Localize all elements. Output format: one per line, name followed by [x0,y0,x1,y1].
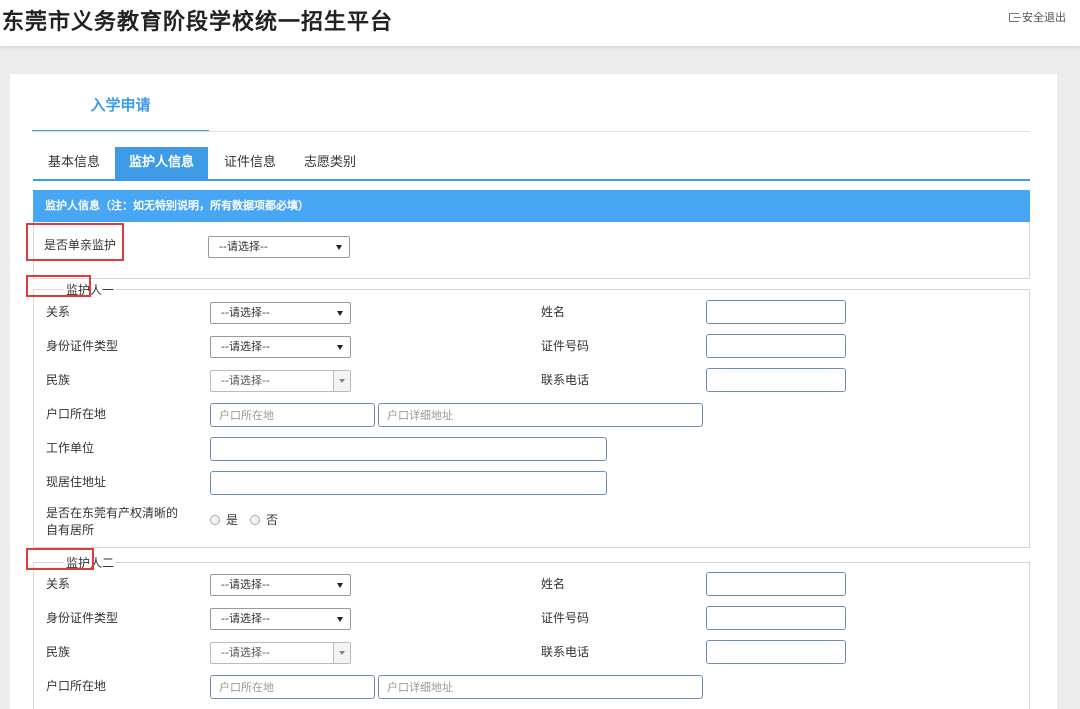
ethnicity-select[interactable]: --请选择-- [210,642,351,664]
dropdown-button-icon [333,371,350,391]
tab-basic-info[interactable]: 基本信息 [33,147,115,179]
radio-icon [210,515,220,525]
hukou-detail-input[interactable] [378,403,703,427]
page-tab-enrollment[interactable]: 入学申请 [32,74,209,132]
tab-preference-category[interactable]: 志愿类别 [293,147,367,179]
property-yes-radio[interactable]: 是 [210,511,238,528]
logout-icon [1009,13,1021,22]
relation-value: --请选择-- [221,578,270,591]
divider [32,131,1030,132]
yes-label: 是 [226,513,239,527]
id-type-select[interactable]: --请选择-- [210,336,351,358]
guardian1-fieldset: 监护人一 关系 --请选择-- 姓名 身份证件类型 --请选择-- 证件号码 民… [33,281,1030,548]
relation-value: --请选择-- [221,306,270,319]
logout-button[interactable]: 安全退出 [1009,9,1066,25]
property-label: 是否在东莞有产权清晰的自有居所 [46,506,179,537]
ethnicity-label: 民族 [46,645,71,659]
guardian1-legend: 监护人一 [64,281,117,298]
guardian2-fieldset: 监护人二 关系 --请选择-- 姓名 身份证件类型 --请选择-- 证件号码 民… [33,554,1030,709]
name-input[interactable] [706,572,846,596]
app-title: 东莞市义务教育阶段学校统一招生平台 [2,10,394,35]
relation-label: 关系 [46,577,71,591]
name-label: 姓名 [541,577,566,591]
dropdown-button-icon [333,643,350,663]
dropdown-arrow-icon [337,617,343,622]
phone-input[interactable] [706,368,846,392]
single-parent-select[interactable]: --请选择-- [208,236,350,258]
section-title: 监护人信息（注：如无特别说明，所有数据项都必填） [33,190,1030,222]
relation-select[interactable]: --请选择-- [210,574,351,596]
single-parent-label: 是否单亲监护 [44,238,117,252]
guardian2-legend: 监护人二 [64,554,117,571]
id-type-label: 身份证件类型 [46,611,119,625]
ethnicity-select[interactable]: --请选择-- [210,370,351,392]
id-type-value: --请选择-- [221,340,270,353]
name-input[interactable] [706,300,846,324]
id-type-value: --请选择-- [221,612,270,625]
ethnicity-value: --请选择-- [221,646,270,659]
dropdown-arrow-icon [337,345,343,350]
page-tab-label: 入学申请 [90,96,151,114]
address-label: 现居住地址 [46,475,107,489]
id-number-label: 证件号码 [541,611,590,625]
phone-label: 联系电话 [541,373,590,387]
relation-select[interactable]: --请选择-- [210,302,351,324]
relation-label: 关系 [46,305,71,319]
no-label: 否 [266,513,279,527]
id-type-label: 身份证件类型 [46,339,119,353]
hukou-location-input[interactable] [210,675,375,699]
radio-icon [250,515,260,525]
id-number-input[interactable] [706,606,846,630]
hukou-detail-input[interactable] [378,675,703,699]
ethnicity-value: --请选择-- [221,374,270,387]
dropdown-arrow-icon [337,583,343,588]
name-label: 姓名 [541,305,566,319]
ethnicity-label: 民族 [46,373,71,387]
address-input[interactable] [210,471,607,495]
employer-label: 工作单位 [46,441,95,455]
id-type-select[interactable]: --请选择-- [210,608,351,630]
tab-guardian-info[interactable]: 监护人信息 [115,147,208,179]
hukou-label: 户口所在地 [46,407,107,421]
single-parent-row: 是否单亲监护 --请选择-- [33,222,1030,279]
top-bar: 东莞市义务教育阶段学校统一招生平台 安全退出 [0,0,1080,46]
single-parent-value: --请选择-- [219,240,268,253]
phone-label: 联系电话 [541,645,590,659]
id-number-label: 证件号码 [541,339,590,353]
dropdown-arrow-icon [336,245,342,250]
hukou-location-input[interactable] [210,403,375,427]
tab-id-info[interactable]: 证件信息 [216,147,284,179]
hukou-label: 户口所在地 [46,679,107,693]
subtab-bar: 基本信息 监护人信息 证件信息 志愿类别 [33,147,1030,181]
logout-label: 安全退出 [1022,11,1066,24]
employer-input[interactable] [210,437,607,461]
phone-input[interactable] [706,640,846,664]
property-no-radio[interactable]: 否 [250,511,278,528]
id-number-input[interactable] [706,334,846,358]
main-panel: 入学申请 基本信息 监护人信息 证件信息 志愿类别 监护人信息（注：如无特别说明… [10,74,1057,709]
dropdown-arrow-icon [337,311,343,316]
